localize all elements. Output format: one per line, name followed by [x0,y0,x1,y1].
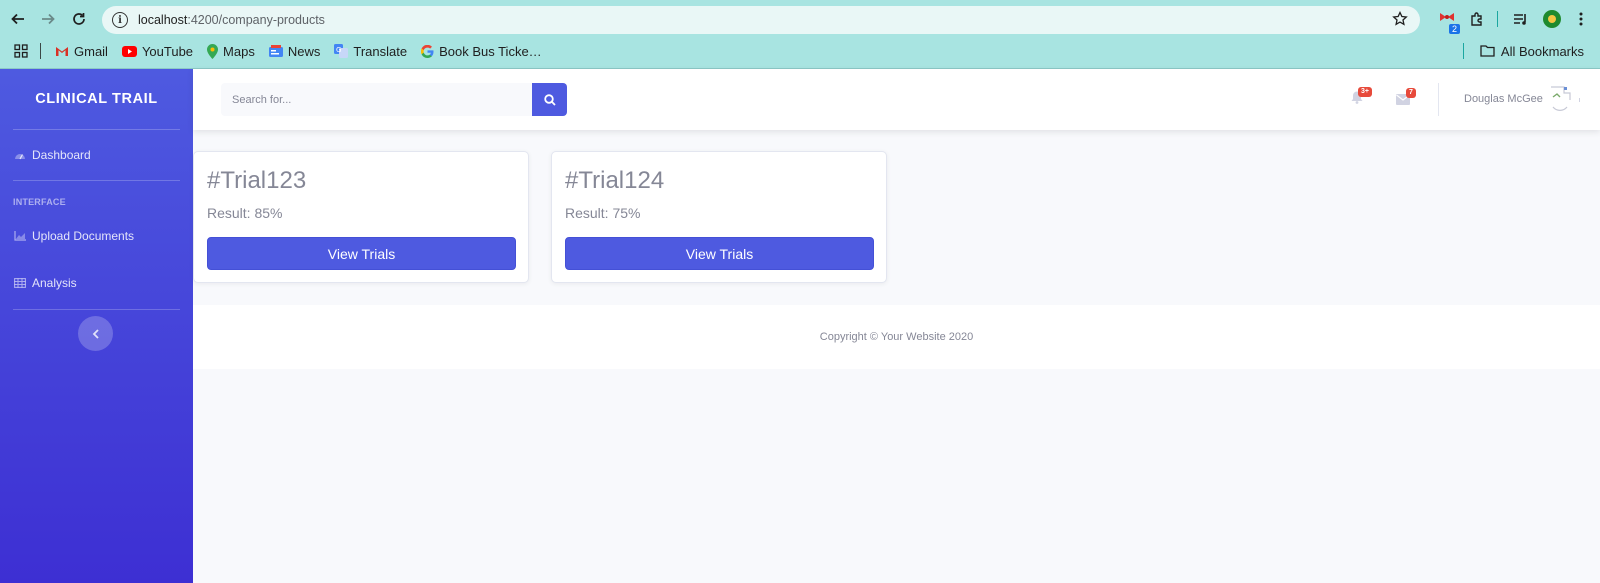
puzzle-icon [1471,12,1482,26]
view-trials-button[interactable]: View Trials [207,237,516,270]
sidebar-divider [13,309,180,310]
search-form [221,83,568,116]
view-trials-button[interactable]: View Trials [565,237,874,270]
search-button[interactable] [532,83,567,116]
chevron-left-icon [92,328,99,339]
trial-card: #Trial124 Result: 75% View Trials [551,151,887,283]
reload-icon [73,13,85,25]
maps-icon [207,43,219,59]
topbar-divider [1438,83,1439,116]
profile-button[interactable] [1541,8,1563,30]
more-vertical-icon [1579,12,1583,26]
sidebar-toggle-button[interactable] [78,316,113,351]
card-title: #Trial124 [565,167,665,194]
sidebar-heading-interface: INTERFACE [13,197,66,207]
bookmark-star-icon[interactable] [1392,10,1408,32]
profile-avatar [1543,10,1561,28]
apps-icon[interactable] [14,44,28,58]
search-icon [543,93,556,106]
bookmark-translate[interactable]: G Translate [334,44,407,59]
back-button[interactable] [7,8,29,30]
browser-menu-button[interactable] [1570,8,1592,30]
reload-button[interactable] [68,8,90,30]
youtube-icon [121,45,137,57]
user-name[interactable]: Douglas McGee [1464,93,1543,105]
gmail-icon [56,46,68,56]
table-icon [14,278,26,288]
bookmarks-bar: Gmail YouTube Maps News G Translate Book… [0,40,1600,62]
google-icon [421,44,434,58]
alerts-button[interactable]: 3+ [1351,87,1372,109]
card-result: Result: 75% [565,205,641,221]
search-input[interactable] [221,83,532,116]
translate-icon: G [334,44,349,58]
chart-area-icon [14,231,26,241]
dropdown-caret [1579,98,1580,102]
address-bar[interactable]: i localhost:4200/company-products [102,6,1420,34]
sidebar-item-analysis[interactable]: Analysis [0,261,193,305]
extension-button[interactable]: 2 [1436,8,1460,34]
bookmark-news[interactable]: News [268,44,320,59]
url-text: localhost:4200/company-products [138,13,325,27]
sidebar-brand[interactable]: CLINICAL TRAIL [0,69,193,129]
bookmark-gmail[interactable]: Gmail [55,44,108,59]
browser-chrome: i localhost:4200/company-products 2 Gmai… [0,0,1600,69]
tachometer-icon [15,153,25,159]
extensions-button[interactable] [1466,8,1488,30]
topbar: 3+ 7 Douglas McGee [193,69,1600,130]
svg-text:G: G [336,46,341,54]
forward-button[interactable] [37,8,59,30]
arrow-right-icon [42,13,55,25]
site-info-icon[interactable]: i [112,12,128,28]
news-icon [268,45,283,57]
avatar[interactable] [1550,86,1572,112]
broken-image-icon [1551,86,1571,111]
card-title: #Trial123 [207,167,307,194]
sidebar: CLINICAL TRAIL Dashboard INTERFACE Uploa… [0,69,193,583]
messages-badge: 7 [1406,88,1416,98]
sidebar-item-upload-documents[interactable]: Upload Documents [0,211,193,261]
alerts-badge: 3+ [1358,87,1372,97]
trial-card: #Trial123 Result: 85% View Trials [193,151,529,283]
media-button[interactable] [1510,8,1532,30]
sidebar-item-dashboard[interactable]: Dashboard [0,130,193,180]
messages-button[interactable]: 7 [1396,88,1416,110]
copyright-text: Copyright © Your Website 2020 [819,331,974,343]
footer: Copyright © Your Website 2020 [193,305,1600,369]
bookmark-maps[interactable]: Maps [207,43,255,59]
card-result: Result: 85% [207,205,283,221]
arrow-left-icon [11,13,24,25]
playlist-icon [1514,14,1526,25]
bookmarks-divider [1462,43,1464,59]
folder-icon [1480,45,1495,57]
extension-badge: 2 [1448,24,1460,34]
toolbar-divider [1497,11,1498,27]
bookmark-youtube[interactable]: YouTube [121,44,193,59]
all-bookmarks[interactable]: All Bookmarks [1462,40,1584,62]
bookmark-book-bus[interactable]: Book Bus Ticke… [421,44,542,59]
bookmarks-separator [40,43,41,59]
